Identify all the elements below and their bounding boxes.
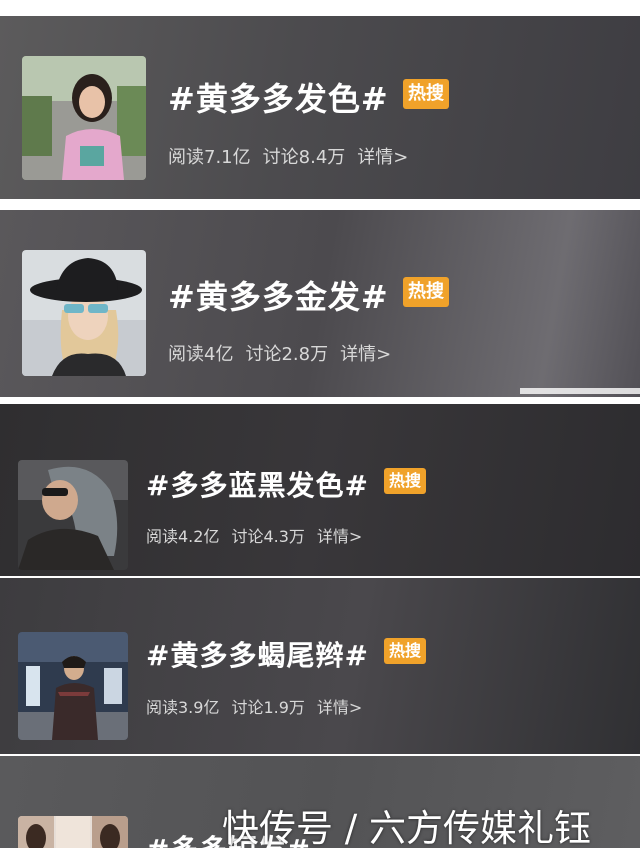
topic-title[interactable]: #黄多多蝎尾辫# xyxy=(146,634,369,674)
topic-card-3[interactable]: #多多蓝黑发色# 热搜 阅读4.2亿 讨论4.3万 详情> xyxy=(0,404,640,576)
details-link[interactable]: 详情> xyxy=(357,147,408,168)
topic-meta: 阅读4亿 讨论2.8万 详情> xyxy=(168,340,391,366)
topic-meta: 阅读3.9亿 讨论1.9万 详情> xyxy=(146,694,362,718)
details-link[interactable]: 详情> xyxy=(340,344,391,365)
girl-short-hair-collage-photo xyxy=(18,816,128,848)
details-link[interactable]: 详情> xyxy=(317,698,362,717)
discussion-count: 讨论2.8万 xyxy=(245,344,329,365)
hot-search-badge: 热搜 xyxy=(403,79,449,109)
hot-search-badge: 热搜 xyxy=(384,638,426,664)
discussion-count: 讨论8.4万 xyxy=(262,147,346,168)
topic-title[interactable]: #黄多多发色# xyxy=(168,74,389,120)
girl-black-hat-photo xyxy=(22,250,146,376)
read-count: 阅读3.9亿 xyxy=(146,698,220,717)
topic-thumbnail[interactable] xyxy=(22,56,146,180)
topic-title[interactable]: #多多蓝黑发色# xyxy=(146,464,369,504)
discussion-count: 讨论4.3万 xyxy=(231,527,305,546)
topic-card-1[interactable]: #黄多多发色# 热搜 阅读7.1亿 讨论8.4万 详情> xyxy=(0,16,640,199)
discussion-count: 讨论1.9万 xyxy=(231,698,305,717)
girl-pink-shirt-photo xyxy=(22,56,146,180)
read-count: 阅读4.2亿 xyxy=(146,527,220,546)
read-count: 阅读7.1亿 xyxy=(168,147,251,168)
topic-title[interactable]: #黄多多金发# xyxy=(168,272,389,318)
details-link[interactable]: 详情> xyxy=(317,527,362,546)
hot-search-badge: 热搜 xyxy=(403,277,449,307)
topic-thumbnail[interactable] xyxy=(18,632,128,740)
topic-thumbnail[interactable] xyxy=(18,460,128,570)
girl-blue-black-hair-photo xyxy=(18,460,128,570)
source-watermark: 快传号 / 六方传媒礼钰 xyxy=(222,807,591,848)
topic-meta: 阅读7.1亿 讨论8.4万 详情> xyxy=(168,143,408,169)
hot-search-badge: 热搜 xyxy=(384,468,426,494)
girl-scorpion-braid-photo xyxy=(18,632,128,740)
read-count: 阅读4亿 xyxy=(168,344,234,365)
topic-meta: 阅读4.2亿 讨论4.3万 详情> xyxy=(146,523,362,547)
topic-card-2[interactable]: #黄多多金发# 热搜 阅读4亿 讨论2.8万 详情> xyxy=(0,210,640,397)
topic-thumbnail[interactable] xyxy=(22,250,146,376)
divider-streak xyxy=(520,388,640,394)
topic-thumbnail[interactable] xyxy=(18,816,128,848)
topic-card-4[interactable]: #黄多多蝎尾辫# 热搜 阅读3.9亿 讨论1.9万 详情> xyxy=(0,578,640,754)
